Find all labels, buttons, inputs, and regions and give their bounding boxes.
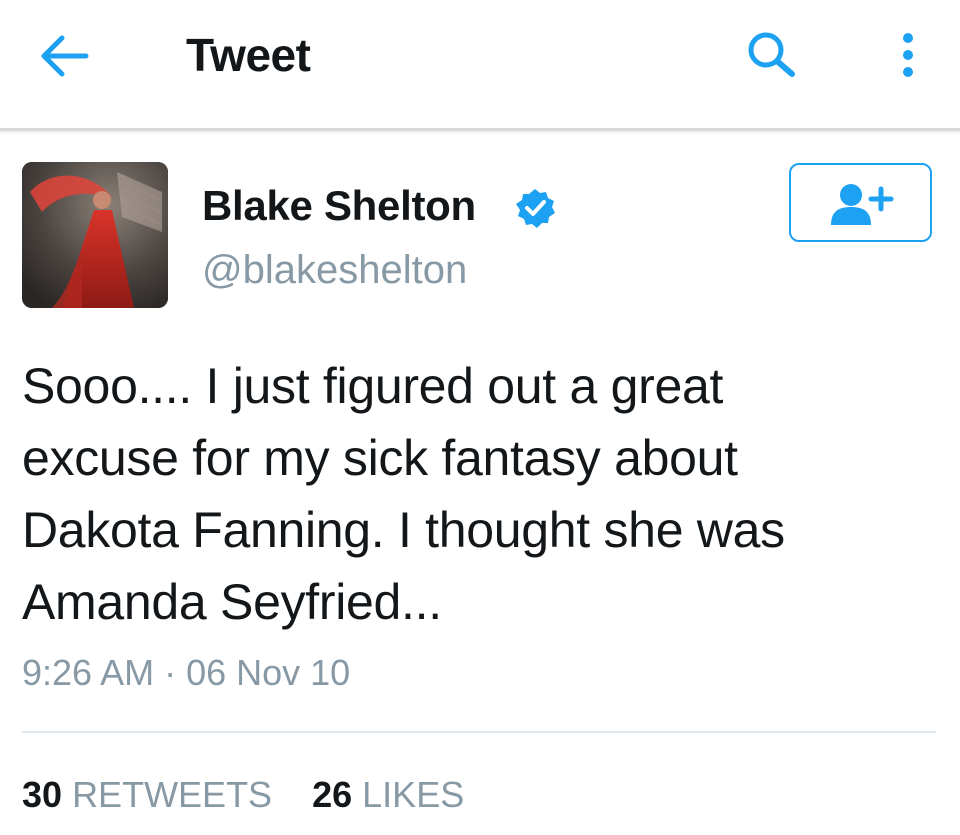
verified-badge-icon [516,189,555,228]
retweets-stat[interactable]: 30 RETWEETS [22,774,272,815]
page-title: Tweet [186,29,311,81]
author-handle[interactable]: @blakeshelton [202,248,467,293]
likes-stat[interactable]: 26 LIKES [312,774,464,815]
likes-count: 26 [312,774,353,815]
tweet-text: Sooo.... I just figured out a great excu… [22,358,785,630]
avatar-image [22,162,168,308]
more-vertical-icon [903,33,913,77]
divider [22,731,936,733]
likes-label: LIKES [362,774,465,815]
search-button[interactable] [744,28,800,84]
tweet-timestamp: 9:26 AM · 06 Nov 10 [22,652,351,693]
retweets-label: RETWEETS [72,774,273,815]
avatar[interactable] [22,162,168,308]
add-user-icon [831,184,894,225]
verified-badge [514,187,556,229]
back-button[interactable] [36,30,96,82]
author-name[interactable]: Blake Shelton [202,182,476,230]
search-icon [748,32,795,77]
more-options-button[interactable] [888,28,928,84]
follow-button[interactable] [789,163,932,242]
tweet-stats: 30 RETWEETS 26 LIKES [22,774,494,816]
top-bar: Tweet [0,0,960,131]
arrow-left-icon [41,35,89,77]
retweets-count: 30 [22,774,63,815]
